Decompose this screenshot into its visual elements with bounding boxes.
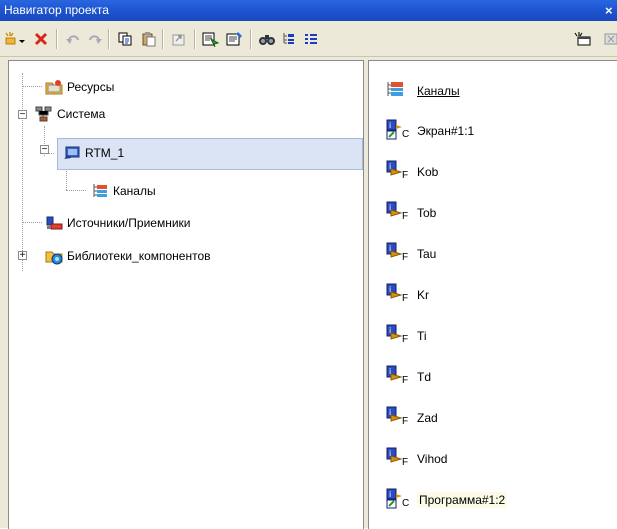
tree-item-label: Ресурсы xyxy=(67,80,115,94)
list-view-icon xyxy=(305,34,317,44)
component-libraries-icon xyxy=(45,251,63,265)
tree-item-label: Библиотеки_компонентов xyxy=(67,249,211,263)
undo-button[interactable] xyxy=(62,28,84,50)
list-item-ti[interactable]: i F Ti xyxy=(385,324,427,348)
type-badge: C xyxy=(402,498,410,509)
paste-button[interactable] xyxy=(138,28,160,50)
list-view-button[interactable] xyxy=(300,28,322,50)
channels-icon xyxy=(387,82,403,96)
properties-button[interactable] xyxy=(224,28,246,50)
delete-button[interactable] xyxy=(30,28,52,50)
system-network-icon xyxy=(35,106,52,122)
list-item-label: Tob xyxy=(417,206,437,220)
content-area: Ресурсы − Система − RTM_1 Каналы Источни… xyxy=(0,57,617,529)
tree-item-label: RTM_1 xyxy=(85,146,125,160)
list-item-kr[interactable]: i F Kr xyxy=(385,283,429,307)
copy-button[interactable] xyxy=(114,28,136,50)
list-item-label: Vihod xyxy=(417,452,448,466)
tree-item-rtm-1[interactable]: RTM_1 xyxy=(63,143,124,163)
sources-receivers-icon xyxy=(46,216,63,230)
paste-icon xyxy=(142,32,156,47)
new-item-button[interactable] xyxy=(4,28,26,50)
list-item-kob[interactable]: i F Kob xyxy=(385,160,438,184)
list-item-label: Ti xyxy=(417,329,427,343)
object-list[interactable]: Каналы i C Экран#1:1 i F Kob i F Tob i F… xyxy=(368,60,617,529)
list-item-label: Программа#1:2 xyxy=(417,492,508,508)
list-item-label: Kob xyxy=(417,165,439,179)
type-badge: F xyxy=(402,375,409,386)
redo-button[interactable] xyxy=(84,28,106,50)
type-badge: F xyxy=(402,170,409,181)
type-badge: F xyxy=(402,211,409,222)
list-item-vihod[interactable]: i F Vihod xyxy=(385,447,447,471)
redo-icon xyxy=(89,35,102,44)
channels-icon xyxy=(93,184,107,197)
tree-item-label: Каналы xyxy=(113,184,156,198)
copy-icon xyxy=(118,32,132,46)
new-window-icon xyxy=(574,32,591,46)
project-tree[interactable]: Ресурсы − Система − RTM_1 Каналы Источни… xyxy=(8,60,364,529)
new-item-icon xyxy=(5,32,25,45)
tree-item-channels[interactable]: Каналы xyxy=(91,181,156,201)
tree-item-resources[interactable]: Ресурсы xyxy=(45,77,114,97)
close-window-button[interactable] xyxy=(600,28,617,50)
svg-text:i: i xyxy=(389,490,391,499)
undo-icon xyxy=(66,35,79,44)
rtm-node-icon xyxy=(64,146,80,159)
list-item-label: Td xyxy=(417,370,432,384)
list-item-zad[interactable]: i F Zad xyxy=(385,406,438,430)
close-window-icon xyxy=(604,33,617,45)
tree-item-sources-receivers[interactable]: Источники/Приемники xyxy=(45,213,190,233)
list-item-tau[interactable]: i F Tau xyxy=(385,242,436,266)
tree-view-button[interactable] xyxy=(278,28,300,50)
title-bar: Навигатор проекта × xyxy=(0,0,617,21)
list-item-tob[interactable]: i F Tob xyxy=(385,201,436,225)
type-badge: F xyxy=(402,416,409,427)
collapse-toggle-rtm[interactable]: − xyxy=(40,145,49,155)
list-item-screen-1[interactable]: i C Экран#1:1 xyxy=(385,119,474,143)
tree-item-label: Источники/Приемники xyxy=(67,216,191,230)
list-item-label: Каналы xyxy=(417,84,460,98)
export-button[interactable] xyxy=(168,28,190,50)
list-item-label: Экран#1:1 xyxy=(417,124,475,138)
delete-icon xyxy=(34,32,48,46)
type-badge: F xyxy=(402,457,409,468)
expand-toggle-libraries[interactable]: + xyxy=(18,251,27,261)
list-item-program-1[interactable]: i C Программа#1:2 xyxy=(385,488,508,512)
window-title: Навигатор проекта xyxy=(4,3,109,17)
tree-item-component-libraries[interactable]: Библиотеки_компонентов xyxy=(45,246,211,266)
list-item-td[interactable]: i F Td xyxy=(385,365,431,389)
toolbar xyxy=(0,21,617,57)
folder-resources-icon xyxy=(45,80,63,95)
tree-item-label: Система xyxy=(57,107,106,121)
type-badge: C xyxy=(402,129,410,140)
find-icon xyxy=(259,35,275,45)
properties-icon xyxy=(226,32,242,46)
list-item-label: Kr xyxy=(417,288,429,302)
tree-view-icon xyxy=(283,33,294,44)
export-icon xyxy=(172,34,185,46)
list-item-label: Zad xyxy=(417,411,438,425)
list-item-channels[interactable]: Каналы xyxy=(385,79,460,103)
new-window-button[interactable] xyxy=(572,28,594,50)
find-button[interactable] xyxy=(256,28,278,50)
import-button[interactable] xyxy=(200,28,222,50)
type-badge: F xyxy=(402,293,409,304)
import-icon xyxy=(202,32,220,47)
close-button[interactable]: × xyxy=(605,0,617,21)
type-badge: F xyxy=(402,334,409,345)
svg-text:i: i xyxy=(389,121,391,130)
collapse-toggle-system[interactable]: − xyxy=(18,110,27,120)
list-item-label: Tau xyxy=(417,247,437,261)
tree-item-system[interactable]: Система xyxy=(35,104,105,124)
type-badge: F xyxy=(402,252,409,263)
